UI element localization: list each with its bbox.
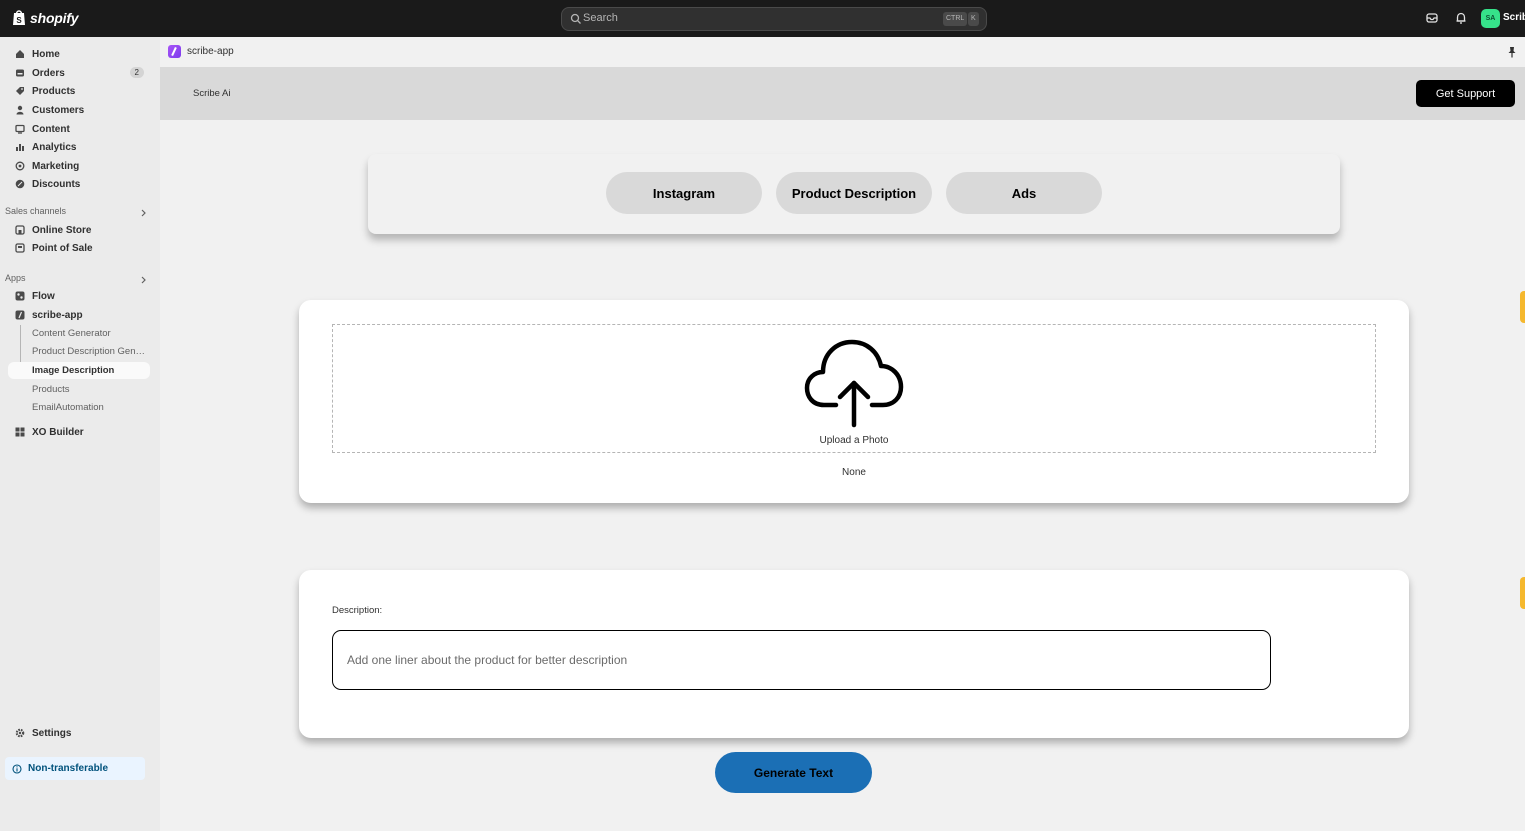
sidebar-subitem-label: Product Description Generator xyxy=(32,346,147,357)
sidebar-item-xo-builder[interactable]: XO Builder xyxy=(8,423,150,441)
home-icon xyxy=(16,50,24,58)
pin-icon[interactable] xyxy=(1507,46,1517,58)
shopify-logo[interactable]: S shopify xyxy=(12,9,79,26)
person-icon xyxy=(16,105,24,115)
chevron-right-icon[interactable] xyxy=(140,209,147,217)
store-name[interactable]: Scribe xyxy=(1503,12,1525,23)
pos-icon xyxy=(15,243,25,253)
sidebar-item-label: scribe-app xyxy=(32,309,83,321)
target-icon xyxy=(15,161,25,171)
bell-icon[interactable] xyxy=(1454,11,1468,25)
sidebar-item-settings[interactable]: Settings xyxy=(8,724,150,742)
side-feedback-tab[interactable] xyxy=(1520,577,1525,609)
sidebar-item-label: Home xyxy=(32,48,60,60)
chevron-right-icon[interactable] xyxy=(140,276,147,284)
non-transferable-label: Non-transferable xyxy=(28,763,109,774)
sidebar-subitem-product-description-generator[interactable]: Product Description Generator xyxy=(8,343,150,360)
tab-instagram[interactable]: Instagram xyxy=(606,172,762,214)
description-label: Description: xyxy=(332,605,383,616)
sales-channels-heading: Sales channels xyxy=(5,206,67,216)
sidebar-item-label: Products xyxy=(32,85,76,97)
search-icon xyxy=(570,13,581,24)
sidebar-subitem-label: EmailAutomation xyxy=(32,402,104,413)
sidebar-item-discounts[interactable]: Discounts xyxy=(8,175,150,193)
sidebar-item-customers[interactable]: Customers xyxy=(8,101,150,119)
photo-dropzone[interactable]: Upload a Photo xyxy=(332,324,1376,453)
orders-icon xyxy=(16,69,24,77)
selected-file-status: None xyxy=(842,467,866,478)
discount-icon xyxy=(15,179,25,189)
sidebar-subitem-content-generator[interactable]: Content Generator xyxy=(8,325,150,342)
shortcut-k-key: K xyxy=(968,12,979,26)
sidebar-item-home[interactable]: Home xyxy=(8,45,150,63)
app-banner: Scribe Ai Get Support xyxy=(160,67,1525,120)
scribe-app-icon xyxy=(168,45,181,58)
sidebar-item-label: Marketing xyxy=(32,160,80,172)
sidebar-item-flow[interactable]: Flow xyxy=(8,287,150,305)
search-placeholder: Search xyxy=(583,12,618,24)
sidebar-item-marketing[interactable]: Marketing xyxy=(8,157,150,175)
sidebar-item-label: Customers xyxy=(32,104,85,116)
sidebar-item-content[interactable]: Content xyxy=(8,120,150,138)
tag-icon xyxy=(16,87,24,95)
info-icon xyxy=(12,763,22,774)
sidebar-item-label: Analytics xyxy=(32,141,77,153)
upload-photo-label: Upload a Photo xyxy=(819,435,889,446)
sidebar-item-label: Flow xyxy=(32,290,55,302)
sidebar-item-label: Online Store xyxy=(32,224,92,236)
sidebar-item-analytics[interactable]: Analytics xyxy=(8,138,150,156)
tab-product-description[interactable]: Product Description xyxy=(776,172,932,214)
store-avatar[interactable]: SA xyxy=(1481,9,1500,28)
app-header: scribe-app xyxy=(160,37,1525,67)
flow-icon xyxy=(15,291,25,301)
generate-text-button[interactable]: Generate Text xyxy=(715,752,872,793)
apps-heading: Apps xyxy=(5,273,26,283)
shopify-bag-icon: S xyxy=(13,10,25,25)
sidebar-item-point-of-sale[interactable]: Point of Sale xyxy=(8,239,150,257)
sidebar-item-label: Discounts xyxy=(32,178,81,190)
sidebar-item-label: Point of Sale xyxy=(32,242,93,254)
sidebar-subitem-label: Image Description xyxy=(32,365,115,376)
scribe-icon xyxy=(15,310,25,320)
app-title: scribe-app xyxy=(187,46,234,57)
sidebar-item-products[interactable]: Products xyxy=(8,82,150,100)
cloud-upload-icon xyxy=(804,339,904,428)
svg-text:S: S xyxy=(16,16,22,25)
sidebar-item-label: Content xyxy=(32,123,70,135)
description-input[interactable] xyxy=(332,630,1271,690)
sidebar: Home Orders 2 Products Customers Content… xyxy=(0,37,160,831)
sidebar-item-scribe-app[interactable]: scribe-app xyxy=(8,306,150,324)
search-bar[interactable]: Search CTRL K xyxy=(561,7,987,31)
grid-icon xyxy=(15,427,25,437)
content-icon xyxy=(15,124,25,134)
bar-chart-icon xyxy=(16,144,24,151)
sidebar-subitem-image-description[interactable]: Image Description xyxy=(8,362,150,379)
sidebar-subitem-label: Products xyxy=(32,384,70,395)
side-feedback-tab[interactable] xyxy=(1520,291,1525,323)
sidebar-item-label: Settings xyxy=(32,727,72,739)
non-transferable-banner[interactable]: Non-transferable xyxy=(5,757,145,780)
tab-ads[interactable]: Ads xyxy=(946,172,1102,214)
main-content: scribe-app Scribe Ai Get Support Instagr… xyxy=(160,37,1525,831)
sidebar-subitem-label: Content Generator xyxy=(32,328,111,339)
content-type-tabs: Instagram Product Description Ads xyxy=(368,154,1340,234)
store-icon xyxy=(15,225,25,235)
inbox-icon[interactable] xyxy=(1425,11,1439,25)
banner-title: Scribe Ai xyxy=(193,88,231,99)
sidebar-subitem-products[interactable]: Products xyxy=(8,381,150,398)
sidebar-item-orders[interactable]: Orders 2 xyxy=(8,64,150,82)
get-support-button[interactable]: Get Support xyxy=(1416,80,1515,107)
sidebar-item-label: Orders xyxy=(32,67,65,79)
brand-name: shopify xyxy=(30,9,79,26)
top-bar: S shopify Search CTRL K SA Scribe xyxy=(0,0,1525,37)
orders-count-badge: 2 xyxy=(129,67,144,78)
description-card: Description: xyxy=(299,570,1409,738)
gear-icon xyxy=(15,728,25,738)
sidebar-subitem-email-automation[interactable]: EmailAutomation xyxy=(8,399,150,416)
sidebar-item-label: XO Builder xyxy=(32,426,84,438)
sidebar-item-online-store[interactable]: Online Store xyxy=(8,221,150,239)
upload-card: Upload a Photo None xyxy=(299,300,1409,503)
shortcut-ctrl-key: CTRL xyxy=(943,12,968,26)
